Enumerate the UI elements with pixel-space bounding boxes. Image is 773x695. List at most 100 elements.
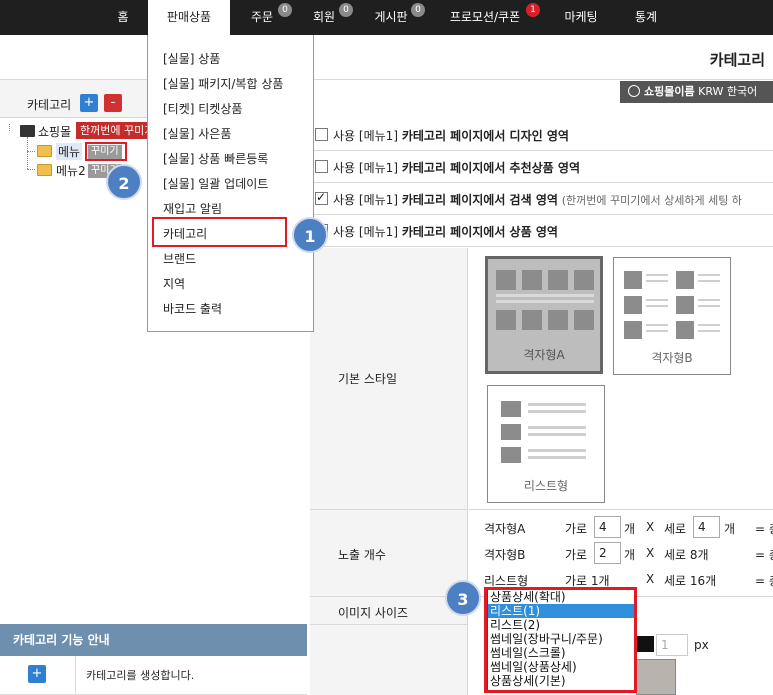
- folder-icon: [37, 164, 52, 176]
- nav-statistics[interactable]: 통계: [628, 0, 664, 35]
- step-badge-1: 1: [292, 217, 328, 253]
- page-header: 카테고리: [0, 35, 773, 80]
- grid-a-rows-input[interactable]: 4: [693, 516, 720, 538]
- computer-icon: [20, 125, 35, 137]
- menu-item-ticket[interactable]: [티켓] 티켓상품: [163, 100, 242, 117]
- unit-label: 개: [624, 548, 636, 562]
- menu-item-barcode[interactable]: 바코드 출력: [163, 300, 222, 317]
- tree-root[interactable]: 쇼핑몰: [38, 123, 71, 140]
- style-card-grid-a[interactable]: 격자형A: [485, 256, 603, 374]
- menu-item-gift[interactable]: [실물] 사은품: [163, 125, 231, 142]
- option-text: 사용 [메뉴1] 카테고리 페이지에서 검색 영역 (한꺼번에 꾸미기에서 상세…: [333, 193, 742, 207]
- total-label: = 총: [755, 574, 773, 588]
- tree-line: [27, 137, 28, 169]
- style-card-label: 격자형A: [523, 348, 565, 362]
- cols-label: 가로: [565, 522, 588, 536]
- highlight-box: [152, 217, 287, 247]
- style-card-list[interactable]: 리스트형: [487, 385, 605, 503]
- highlight-box: [484, 587, 637, 693]
- use-checkbox[interactable]: [315, 190, 328, 205]
- menu-item-region[interactable]: 지역: [163, 275, 185, 292]
- menu-item-restock-alert[interactable]: 재입고 알림: [163, 200, 222, 217]
- tree-line: [27, 169, 35, 170]
- exposure-label-cell: 노출 개수: [310, 510, 468, 597]
- label-cell: [310, 625, 468, 695]
- tree-line: [27, 151, 35, 152]
- color-swatch[interactable]: [636, 636, 654, 652]
- grid-b-icon: [624, 271, 720, 339]
- nav-members-badge: 0: [339, 3, 353, 17]
- cols-label: 가로: [565, 548, 588, 562]
- nav-board[interactable]: 게시판: [368, 0, 414, 35]
- total-label: = 총: [755, 548, 773, 562]
- unit-label: 개: [624, 522, 636, 536]
- guide-add-icon: +: [28, 665, 46, 683]
- guide-text: 카테고리를 생성합니다.: [86, 669, 195, 682]
- menu-item-brand[interactable]: 브랜드: [163, 250, 196, 267]
- rows-text: 세로 8개: [664, 548, 709, 562]
- px-unit: px: [694, 638, 709, 652]
- use-checkbox[interactable]: [315, 128, 328, 141]
- style-card-label: 격자형B: [651, 351, 693, 365]
- rows-text: 세로 16개: [664, 574, 717, 588]
- remove-category-button[interactable]: -: [104, 94, 122, 112]
- products-dropdown-menu: [실물] 상품 [실물] 패키지/복합 상품 [티켓] 티켓상품 [실물] 사은…: [147, 35, 314, 332]
- times-icon: X: [646, 546, 655, 560]
- top-nav: 홈 판매상품 주문 0 회원 0 게시판 0 프로모션/쿠폰 1 마케팅 통계: [0, 0, 773, 35]
- option-row: 사용 [메뉴1] 카테고리 페이지에서 상품 영역: [310, 215, 773, 247]
- nav-promotion[interactable]: 프로모션/쿠폰: [442, 0, 528, 35]
- list-icon: [501, 401, 586, 463]
- times-icon: X: [646, 572, 655, 586]
- nav-marketing[interactable]: 마케팅: [556, 0, 606, 35]
- nav-members[interactable]: 회원: [306, 0, 342, 35]
- shop-currency: KRW 한국어: [698, 85, 758, 98]
- nav-home[interactable]: 홈: [108, 0, 138, 35]
- style-label-cell: 기본 스타일: [310, 248, 468, 510]
- menu-item-quick-register[interactable]: [실물] 상품 빠른등록: [163, 150, 268, 167]
- tree-item-menu1[interactable]: 메뉴: [56, 143, 83, 160]
- grid-b-cols-input[interactable]: 2: [594, 542, 621, 564]
- option-text: 사용 [메뉴1] 카테고리 페이지에서 추천상품 영역: [333, 161, 580, 175]
- highlight-box: [85, 142, 127, 161]
- grid-a-icon: [496, 270, 594, 330]
- nav-products[interactable]: 판매상품: [148, 0, 230, 35]
- use-checkbox[interactable]: [315, 160, 328, 173]
- guide-title: 카테고리 기능 안내: [0, 624, 307, 656]
- option-row: 사용 [메뉴1] 카테고리 페이지에서 검색 영역 (한꺼번에 꾸미기에서 상세…: [310, 183, 773, 215]
- guide-row: + 카테고리를 생성합니다.: [0, 656, 307, 695]
- page-title: 카테고리: [709, 51, 765, 69]
- nav-orders[interactable]: 주문: [244, 0, 280, 35]
- px-input[interactable]: 1: [656, 634, 688, 656]
- rows-label: 세로: [664, 522, 687, 536]
- option-text: 사용 [메뉴1] 카테고리 페이지에서 디자인 영역: [333, 129, 569, 143]
- menu-item-package[interactable]: [실물] 패키지/복합 상품: [163, 75, 283, 92]
- nav-orders-badge: 0: [278, 3, 292, 17]
- option-row: 사용 [메뉴1] 카테고리 페이지에서 추천상품 영역: [310, 151, 773, 183]
- option-row: 사용 [메뉴1] 카테고리 페이지에서 디자인 영역: [310, 119, 773, 151]
- column-divider: [75, 656, 76, 695]
- tree-item-menu2[interactable]: 메뉴2: [56, 162, 86, 179]
- exposure-grid-a-label: 격자형A: [484, 522, 526, 536]
- grid-a-cols-input[interactable]: 4: [594, 516, 621, 538]
- menu-item-bulk-update[interactable]: [실물] 일괄 업데이트: [163, 175, 268, 192]
- decorate-all-button[interactable]: 한꺼번에 꾸미기: [76, 122, 159, 139]
- category-panel-title: 카테고리: [27, 98, 72, 112]
- option-text: 사용 [메뉴1] 카테고리 페이지에서 상품 영역: [333, 225, 558, 239]
- style-card-grid-b[interactable]: 격자형B: [613, 257, 731, 375]
- tree-line: [9, 124, 10, 131]
- style-label: 기본 스타일: [338, 372, 398, 386]
- exposure-label: 노출 개수: [338, 548, 386, 562]
- add-category-button[interactable]: +: [80, 94, 98, 112]
- menu-item-products[interactable]: [실물] 상품: [163, 50, 220, 67]
- style-card-label: 리스트형: [523, 479, 569, 493]
- times-icon: X: [646, 520, 655, 534]
- globe-icon: [628, 85, 640, 97]
- thumbnail-image: [636, 659, 676, 695]
- total-label: = 총: [755, 522, 773, 536]
- unit-label: 개: [724, 522, 736, 536]
- image-size-label: 이미지 사이즈: [338, 606, 409, 620]
- shop-selector[interactable]: 쇼핑몰이름 KRW 한국어: [620, 81, 773, 103]
- folder-icon: [37, 145, 52, 157]
- step-badge-2: 2: [106, 164, 142, 200]
- nav-promotion-badge: 1: [526, 3, 540, 17]
